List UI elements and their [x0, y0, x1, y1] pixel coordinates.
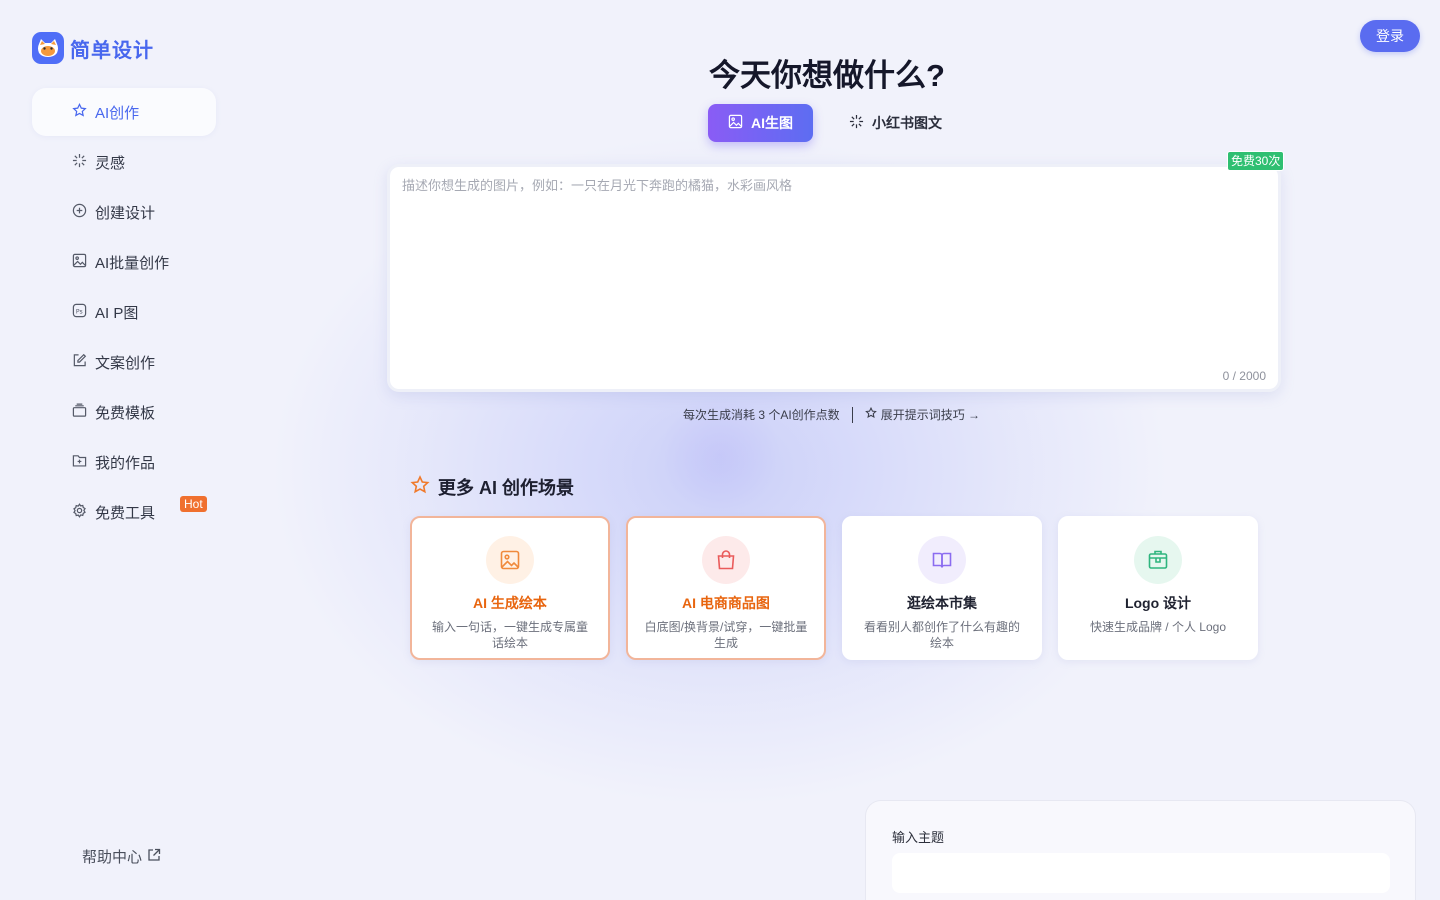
scene-cards: AI 生成绘本 输入一句话，一键生成专属童话绘本 AI 电商商品图 白底图/换背…	[410, 516, 1258, 660]
book-icon	[918, 536, 966, 584]
sidebar-item-label: 创建设计	[95, 204, 156, 222]
help-center-label: 帮助中心	[82, 849, 143, 866]
sidebar-item-label: 文案创作	[95, 354, 156, 372]
folder-icon	[72, 453, 87, 472]
card-desc: 输入一句话，一键生成专属童话绘本	[431, 620, 588, 650]
star-icon	[410, 474, 430, 500]
external-link-icon	[147, 848, 161, 866]
box-icon	[1134, 536, 1182, 584]
sidebar-item-label: AI创作	[95, 104, 140, 122]
sidebar-item-batch-create[interactable]: AI批量创作	[32, 238, 216, 286]
card-title: AI 生成绘本	[473, 595, 547, 611]
tab-xiaohongshu[interactable]: 小红书图文	[829, 104, 962, 142]
image-icon	[72, 253, 87, 272]
edit-icon	[72, 353, 87, 372]
sidebar-item-free-templates[interactable]: 免费模板	[32, 388, 216, 436]
sidebar-item-copywriting[interactable]: 文案创作	[32, 338, 216, 386]
cost-hint: 每次生成消耗 3 个AI创作点数	[683, 408, 840, 422]
plus-circle-icon	[72, 203, 87, 222]
sidebar-item-label: 我的作品	[95, 454, 156, 472]
ps-icon: Ps	[72, 303, 87, 322]
page-title: 今天你想做什么?	[709, 58, 945, 93]
sidebar-item-free-tools[interactable]: 免费工具 Hot	[32, 488, 216, 536]
sidebar-item-label: AI P图	[95, 304, 139, 322]
star-icon	[72, 102, 87, 122]
sidebar-item-inspiration[interactable]: 灵感	[32, 138, 216, 186]
card-desc: 白底图/换背景/试穿，一键批量生成	[644, 620, 808, 650]
image-icon	[728, 114, 743, 132]
sidebar-item-create-design[interactable]: 创建设计	[32, 188, 216, 236]
topic-panel: 输入主题	[865, 800, 1416, 900]
scene-card-picture-book[interactable]: AI 生成绘本 输入一句话，一键生成专属童话绘本	[410, 516, 610, 660]
scene-card-logo[interactable]: Logo 设计 快速生成品牌 / 个人 Logo	[1058, 516, 1258, 660]
sparkle-icon	[849, 114, 864, 132]
star-icon	[864, 406, 877, 422]
gear-icon	[72, 502, 87, 522]
card-desc: 看看别人都创作了什么有趣的绘本	[863, 620, 1020, 650]
char-counter: 0 / 2000	[1222, 369, 1266, 383]
sidebar-nav: AI创作 灵感 创建设计 AI批量创作 Ps AI P图 文案创作 免费模板 我	[32, 88, 216, 538]
mode-tabs: AI生图 小红书图文	[708, 104, 962, 142]
card-title: 逛绘本市集	[907, 595, 977, 611]
prompt-input[interactable]	[402, 175, 1266, 365]
sidebar-item-label: 免费模板	[95, 404, 156, 422]
sidebar-item-my-works[interactable]: 我的作品	[32, 438, 216, 486]
topic-label: 输入主题	[892, 830, 945, 845]
shopping-bag-icon	[702, 536, 750, 584]
scene-card-book-market[interactable]: 逛绘本市集 看看别人都创作了什么有趣的绘本	[842, 516, 1042, 660]
sidebar-item-label: 灵感	[95, 154, 126, 172]
template-icon	[72, 403, 87, 422]
tab-ai-image[interactable]: AI生图	[708, 104, 813, 142]
scenes-heading: 更多 AI 创作场景	[410, 474, 574, 500]
divider	[851, 406, 853, 423]
sparkle-icon	[72, 153, 87, 172]
help-center-link[interactable]: 帮助中心	[82, 846, 161, 867]
scene-card-ecommerce[interactable]: AI 电商商品图 白底图/换背景/试穿，一键批量生成	[626, 516, 826, 660]
tips-label: 展开提示词技巧 →	[880, 408, 981, 422]
picture-icon	[486, 536, 534, 584]
hint-row: 每次生成消耗 3 个AI创作点数 展开提示词技巧 →	[683, 406, 980, 423]
card-title: Logo 设计	[1124, 595, 1192, 611]
sidebar-item-label: AI批量创作	[95, 254, 170, 272]
prompt-tips-link[interactable]: 展开提示词技巧 →	[864, 406, 981, 423]
topic-input[interactable]	[892, 853, 1390, 893]
card-title: AI 电商商品图	[682, 595, 770, 611]
tab-label: AI生图	[751, 115, 793, 131]
sidebar-item-ai-create[interactable]: AI创作	[32, 88, 216, 136]
svg-text:Ps: Ps	[76, 308, 83, 315]
free-quota-badge: 免费30次	[1227, 151, 1285, 171]
prompt-card: 0 / 2000	[387, 164, 1281, 392]
hot-badge: Hot	[180, 496, 207, 512]
login-button[interactable]: 登录	[1360, 20, 1420, 52]
tab-label: 小红书图文	[872, 115, 942, 131]
card-desc: 快速生成品牌 / 个人 Logo	[1089, 620, 1227, 634]
sidebar-item-label: 免费工具	[95, 504, 156, 522]
scenes-title: 更多 AI 创作场景	[438, 478, 575, 498]
sidebar: 简单设计 AI创作 灵感 创建设计 AI批量创作 Ps AI P图 文案创作 免…	[0, 0, 240, 900]
sidebar-item-ai-ps[interactable]: Ps AI P图	[32, 288, 216, 336]
